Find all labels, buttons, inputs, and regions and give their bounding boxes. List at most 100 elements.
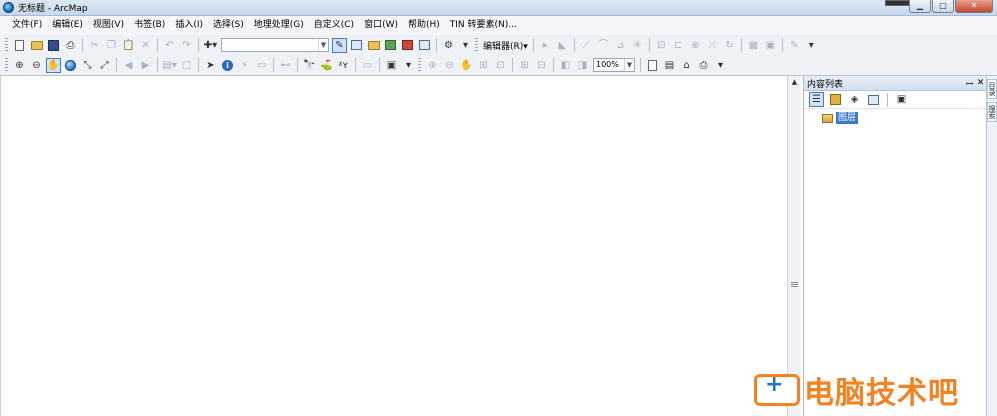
- pin-icon[interactable]: ꟷ: [964, 77, 975, 90]
- edit-vertices-button[interactable]: ⊡: [654, 38, 669, 53]
- toolbar-grip[interactable]: [5, 58, 8, 72]
- go-back-extent-button[interactable]: ◧: [558, 58, 573, 73]
- list-by-drawing-order-button[interactable]: ☰: [809, 92, 824, 107]
- identify-button[interactable]: i: [220, 58, 235, 73]
- add-data-button[interactable]: ✚▾: [203, 38, 218, 53]
- data-driven-pages-button[interactable]: ⎙: [696, 58, 711, 73]
- python-window-button[interactable]: [417, 38, 432, 53]
- edit-annotation-button[interactable]: ◣: [555, 38, 570, 53]
- create-viewer-button[interactable]: ▣: [384, 58, 399, 73]
- menu-bookmarks[interactable]: 书签(B): [129, 16, 170, 35]
- clear-selection-button[interactable]: □: [179, 58, 194, 73]
- layout-zoom-out-button[interactable]: ⊖: [442, 58, 457, 73]
- menu-help[interactable]: 帮助(H): [403, 16, 445, 35]
- straight-segment-button[interactable]: ⟋: [579, 38, 594, 53]
- attributes-button[interactable]: ▦: [746, 38, 761, 53]
- find-route-button[interactable]: ⛳: [319, 58, 334, 73]
- zoom-in-button[interactable]: ⊕: [12, 58, 27, 73]
- end-point-arc-button[interactable]: ⌒: [596, 38, 611, 53]
- copy-button[interactable]: ❐: [104, 38, 119, 53]
- edit-tool-button[interactable]: ▸: [538, 38, 553, 53]
- new-document-button[interactable]: [12, 38, 27, 53]
- create-features-button[interactable]: ✎: [787, 38, 802, 53]
- toolbar-overflow[interactable]: ▾: [401, 58, 416, 73]
- trace-button[interactable]: ⊿: [613, 38, 628, 53]
- list-by-source-button[interactable]: [828, 92, 843, 107]
- close-button[interactable]: ✕: [955, 0, 993, 13]
- menu-edit[interactable]: 编辑(E): [47, 16, 88, 35]
- cut-button[interactable]: ✂: [87, 38, 102, 53]
- toc-options-button[interactable]: ▣: [894, 92, 909, 107]
- time-slider-button[interactable]: ▭: [360, 58, 375, 73]
- toggle-draft-mode-button[interactable]: [645, 58, 660, 73]
- toolbar-overflow[interactable]: ▾: [713, 58, 728, 73]
- menu-view[interactable]: 视图(V): [88, 16, 129, 35]
- toc-window-button[interactable]: [349, 38, 364, 53]
- zoom-percent-combo[interactable]: 100% ▼: [593, 58, 635, 72]
- fixed-zoom-in-layout-button[interactable]: ⊞: [517, 58, 532, 73]
- delete-button[interactable]: ✕: [138, 38, 153, 53]
- open-button[interactable]: [29, 38, 44, 53]
- undo-button[interactable]: ↶: [162, 38, 177, 53]
- minimize-button[interactable]: ▁: [909, 0, 931, 13]
- back-button[interactable]: ◀: [121, 58, 136, 73]
- editor-toolbar-button[interactable]: ✎: [332, 37, 347, 53]
- catalog-window-button[interactable]: [366, 38, 381, 53]
- layout-zoom-in-button[interactable]: ⊕: [425, 58, 440, 73]
- menu-tin-to-feature[interactable]: TIN 转要素(N)...: [445, 16, 522, 35]
- fixed-zoom-out-layout-button[interactable]: ⊟: [534, 58, 549, 73]
- map-display[interactable]: [0, 76, 787, 416]
- split-button[interactable]: ⤫: [705, 38, 720, 53]
- zoom-whole-page-button[interactable]: ⊞: [476, 58, 491, 73]
- scroll-up-arrow[interactable]: ▲: [788, 76, 801, 88]
- search-tab[interactable]: 搜索: [987, 102, 997, 122]
- catalog-tab[interactable]: 目录: [987, 79, 997, 99]
- data-frame-layers[interactable]: 图层: [836, 112, 859, 124]
- measure-button[interactable]: ⊷: [278, 58, 293, 73]
- html-popup-button[interactable]: ▭: [254, 58, 269, 73]
- go-forward-extent-button[interactable]: ◨: [575, 58, 590, 73]
- full-extent-button[interactable]: [63, 58, 78, 73]
- menu-windows[interactable]: 窗口(W): [359, 16, 403, 35]
- close-icon[interactable]: ✕: [975, 78, 986, 88]
- rotate-button[interactable]: ↻: [722, 38, 737, 53]
- toolbar-overflow[interactable]: ▾: [804, 38, 819, 53]
- chevron-down-icon[interactable]: ▼: [624, 59, 634, 71]
- chevron-down-icon[interactable]: ▼: [318, 39, 328, 51]
- menu-file[interactable]: 文件(F): [7, 16, 47, 35]
- map-vertical-scrollbar[interactable]: ▲: [787, 76, 801, 416]
- hyperlink-button[interactable]: ⚡: [237, 58, 252, 73]
- select-features-button[interactable]: ▤▾: [162, 58, 177, 73]
- map-scale-combo[interactable]: ▼: [221, 38, 329, 52]
- menu-insert[interactable]: 插入(I): [170, 16, 208, 35]
- editor-menu[interactable]: 编辑器(R)▾: [481, 39, 530, 52]
- print-button[interactable]: ⎙: [63, 38, 78, 53]
- menu-selection[interactable]: 选择(S): [208, 16, 249, 35]
- list-by-visibility-button[interactable]: ◈: [847, 92, 862, 107]
- layout-pan-button[interactable]: ✋: [459, 58, 474, 73]
- cut-polygon-button[interactable]: ⊕: [688, 38, 703, 53]
- forward-button[interactable]: ▶: [138, 58, 153, 73]
- toolbar-grip[interactable]: [418, 58, 421, 72]
- toolbar-grip[interactable]: [475, 38, 478, 52]
- splitter-grip[interactable]: [791, 282, 798, 288]
- toolbar-overflow[interactable]: ▾: [458, 38, 473, 53]
- search-window-button[interactable]: [383, 38, 398, 53]
- select-elements-button[interactable]: ➤: [203, 58, 218, 73]
- find-button[interactable]: 🔭: [302, 58, 317, 73]
- pan-button[interactable]: ✋: [46, 57, 61, 73]
- save-button[interactable]: [46, 38, 61, 53]
- fixed-zoom-in-button[interactable]: ⤡: [80, 58, 95, 73]
- menu-customize[interactable]: 自定义(C): [309, 16, 359, 35]
- maximize-button[interactable]: □: [932, 0, 954, 13]
- list-by-selection-button[interactable]: [866, 92, 881, 107]
- focus-data-frame-button[interactable]: ▤: [662, 58, 677, 73]
- change-layout-button[interactable]: ⌂: [679, 58, 694, 73]
- toolbar-grip[interactable]: [5, 38, 8, 52]
- reshape-button[interactable]: ⊏: [671, 38, 686, 53]
- fixed-zoom-out-button[interactable]: ⤢: [97, 58, 112, 73]
- go-to-xy-button[interactable]: ᵡʏ: [336, 58, 351, 73]
- sketch-properties-button[interactable]: ▣: [763, 38, 778, 53]
- paste-button[interactable]: 📋: [121, 38, 136, 53]
- point-button[interactable]: ✳: [630, 38, 645, 53]
